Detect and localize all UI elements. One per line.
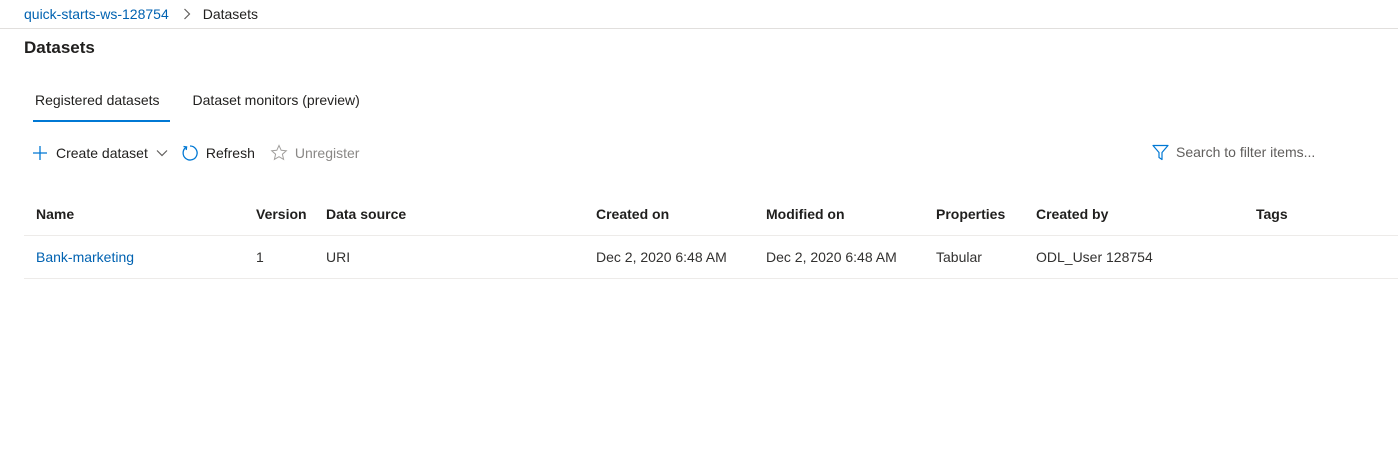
add-icon [30,143,50,163]
tab-registered-datasets[interactable]: Registered datasets [24,84,170,122]
column-header-properties[interactable]: Properties [936,193,1005,235]
dataset-properties: Tabular [936,249,982,265]
column-header-name[interactable]: Name [36,193,74,235]
table-header-row: Name Version Data source Created on Modi… [24,193,1398,236]
dataset-modified-on: Dec 2, 2020 6:48 AM [766,249,897,265]
create-dataset-label: Create dataset [56,145,148,161]
breadcrumb-current: Datasets [202,5,258,22]
command-bar: Create dataset Refresh Unregister [30,142,359,164]
dataset-created-by: ODL_User 128754 [1036,249,1153,265]
tab-bar: Registered datasets Dataset monitors (pr… [24,84,370,122]
search-input[interactable] [1176,144,1376,160]
breadcrumb-workspace-link[interactable]: quick-starts-ws-128754 [24,6,169,22]
datasets-table: Name Version Data source Created on Modi… [24,193,1398,279]
column-header-created-on[interactable]: Created on [596,193,669,235]
column-header-modified-on[interactable]: Modified on [766,193,845,235]
search-box[interactable] [1150,141,1380,163]
refresh-icon [180,143,200,163]
dataset-version: 1 [256,249,264,265]
refresh-label: Refresh [205,145,255,161]
dataset-name-link[interactable]: Bank-marketing [36,236,134,278]
unregister-label: Unregister [294,145,360,161]
dataset-created-on: Dec 2, 2020 6:48 AM [596,249,727,265]
filter-icon [1150,142,1170,162]
star-icon [269,143,289,163]
chevron-down-icon[interactable] [152,143,172,163]
column-header-version[interactable]: Version [256,193,307,235]
column-header-data-source[interactable]: Data source [326,193,406,235]
refresh-button[interactable]: Refresh [180,143,255,163]
column-header-created-by[interactable]: Created by [1036,193,1108,235]
page-title: Datasets [24,38,95,57]
chevron-right-icon [183,8,191,20]
header-divider [0,28,1398,29]
table-row[interactable]: Bank-marketing 1 URI Dec 2, 2020 6:48 AM… [24,236,1398,279]
unregister-button[interactable]: Unregister [269,143,360,163]
create-dataset-button[interactable]: Create dataset [30,143,172,163]
column-header-tags[interactable]: Tags [1256,193,1288,235]
dataset-data-source: URI [326,249,351,265]
tab-dataset-monitors[interactable]: Dataset monitors (preview) [183,84,370,122]
datasets-page: quick-starts-ws-128754 Datasets Datasets… [0,0,1398,453]
breadcrumb: quick-starts-ws-128754 Datasets [24,0,258,27]
